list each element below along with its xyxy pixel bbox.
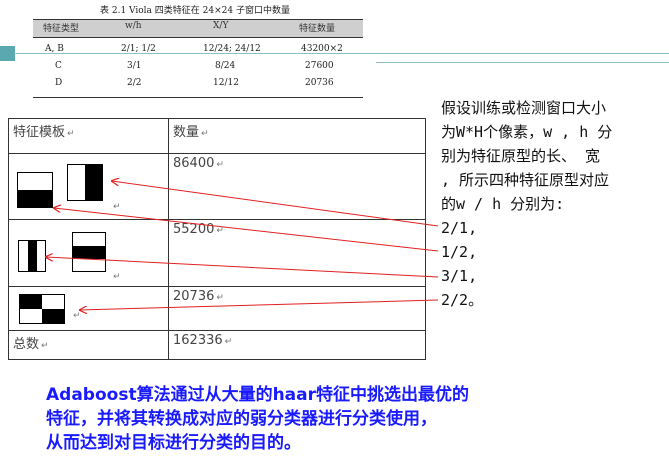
arrow-2-2 [80, 299, 439, 310]
summary-line: Adaboost算法通过从大量的haar特征中挑选出最优的 [46, 385, 469, 405]
explanation-line: 2/1, [441, 219, 478, 237]
summary-text: Adaboost算法通过从大量的haar特征中挑选出最优的 特征，并将其转换成对… [46, 383, 469, 455]
explanation-text: 假设训练或检测窗口大小 为W*H个像素，w , h 分 别为特征原型的长、 宽 … [441, 96, 666, 312]
summary-line: 特征，并将其转换成对应的弱分类器进行分类使用， [46, 409, 437, 429]
explanation-line: 2/2。 [441, 291, 484, 309]
explanation-line: 别为特征原型的长、 宽 [441, 147, 601, 165]
explanation-line: 1/2, [441, 243, 478, 261]
explanation-line: , 所示四种特征原型对应 [441, 171, 610, 189]
arrow-2-1 [112, 181, 439, 227]
explanation-line: 的w / h 分别为: [441, 195, 565, 213]
explanation-line: 为W*H个像素，w , h 分 [441, 123, 613, 141]
explanation-line: 假设训练或检测窗口大小 [441, 99, 607, 117]
arrow-3-1 [46, 257, 439, 278]
arrow-1-2 [54, 208, 439, 252]
summary-line: 从而达到对目标进行分类的目的。 [46, 433, 301, 453]
explanation-line: 3/1, [441, 267, 478, 285]
